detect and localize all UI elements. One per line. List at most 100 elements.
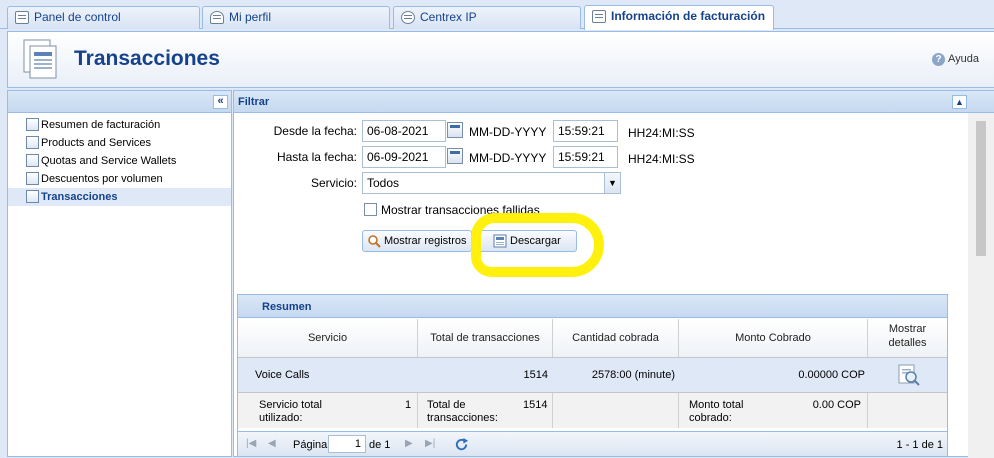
sidebar-item-label: Quotas and Service Wallets xyxy=(41,155,177,167)
service-select[interactable]: Todos ▼ xyxy=(362,172,621,194)
filter-title: Filtrar xyxy=(234,91,994,113)
sidebar-header: « xyxy=(8,91,231,113)
show-records-button[interactable]: Mostrar registros xyxy=(362,230,472,252)
total-charged-cell: Monto total cobrado: 0.00 COP xyxy=(679,393,868,428)
sidebar-item-transactions[interactable]: Transacciones xyxy=(8,188,231,206)
to-date-label: Hasta la fecha: xyxy=(276,150,357,164)
from-time-input[interactable]: 15:59:21 xyxy=(553,120,618,142)
page-label: Página xyxy=(293,439,328,451)
last-page-icon[interactable]: ▶| xyxy=(425,438,435,449)
gear-icon xyxy=(401,11,415,24)
to-date-format: MM-DD-YYYY xyxy=(469,151,547,165)
total-service-cell: Servicio total utilizado: 1 xyxy=(238,393,418,428)
column-header-details[interactable]: Mostrar detalles xyxy=(868,319,947,357)
person-icon xyxy=(210,11,224,24)
column-header-total[interactable]: Total de transacciones xyxy=(418,319,553,357)
column-header-service[interactable]: Servicio xyxy=(238,319,418,357)
failed-transactions-label: Mostrar transacciones fallidas xyxy=(381,203,540,217)
total-empty-cell xyxy=(553,393,679,428)
summary-header-row: Servicio Total de transacciones Cantidad… xyxy=(238,319,947,358)
help-icon: ? xyxy=(932,53,945,66)
download-button[interactable]: Descargar xyxy=(478,230,577,252)
products-icon xyxy=(26,136,39,149)
tab-label: Centrex IP xyxy=(420,10,477,24)
column-header-amount[interactable]: Cantidad cobrada xyxy=(553,319,679,357)
cell-charged: 0.00000 COP xyxy=(798,369,865,381)
tab-centrex-ip[interactable]: Centrex IP xyxy=(393,6,581,29)
download-icon xyxy=(493,234,507,248)
help-link[interactable]: ? Ayuda xyxy=(932,53,979,66)
page-number-input[interactable]: 1 xyxy=(328,435,366,453)
transactions-icon xyxy=(26,190,39,203)
table-row[interactable]: Voice Calls 1514 2578:00 (minute) 0.0000… xyxy=(238,358,947,392)
to-time-format: HH24:MI:SS xyxy=(628,152,695,166)
page-count-label: de 1 xyxy=(369,439,391,451)
refresh-icon[interactable] xyxy=(454,437,469,452)
from-date-input[interactable]: 06-08-2021 xyxy=(362,120,446,142)
column-header-charged[interactable]: Monto Cobrado xyxy=(679,319,868,357)
cell-service: Voice Calls xyxy=(255,369,310,381)
sidebar-item-quotas-wallets[interactable]: Quotas and Service Wallets xyxy=(8,152,231,170)
tab-label: Mi perfil xyxy=(229,10,272,24)
control-panel-icon xyxy=(15,11,29,24)
from-date-format: MM-DD-YYYY xyxy=(469,125,547,139)
summary-panel: Resumen Servicio Total de transacciones … xyxy=(237,294,948,457)
tab-billing-info[interactable]: Información de facturación xyxy=(584,5,774,30)
collapse-filter-button[interactable]: ▲ xyxy=(952,95,967,109)
sidebar-item-volume-discounts[interactable]: Descuentos por volumen xyxy=(8,170,231,188)
total-transactions-cell: Total de transacciones: 1514 xyxy=(418,393,553,428)
sidebar-item-label: Resumen de facturación xyxy=(41,119,161,131)
calendar-icon[interactable] xyxy=(447,122,463,138)
total-transactions-value: 1514 xyxy=(523,399,548,411)
cell-amount: 2578:00 (minute) xyxy=(591,369,675,381)
from-date-label: Desde la fecha: xyxy=(273,124,357,138)
help-label: Ayuda xyxy=(948,53,979,65)
service-label: Servicio: xyxy=(310,176,357,190)
calendar-icon[interactable] xyxy=(447,148,463,164)
totals-row: Servicio total utilizado: 1 Total de tra… xyxy=(238,392,947,428)
download-label: Descargar xyxy=(510,235,561,247)
tab-label: Información de facturación xyxy=(611,9,766,23)
sidebar-item-products-services[interactable]: Products and Services xyxy=(8,134,231,152)
document-icon xyxy=(26,172,39,185)
chevron-down-icon[interactable]: ▼ xyxy=(604,173,620,193)
sidebar: « Resumen de facturación Products and Se… xyxy=(7,90,232,457)
to-date-input[interactable]: 06-09-2021 xyxy=(362,146,446,168)
scrollbar-thumb[interactable] xyxy=(976,121,986,256)
prev-page-icon[interactable]: ◀ xyxy=(268,438,276,449)
transactions-page-icon xyxy=(23,39,57,79)
sidebar-item-billing-summary[interactable]: Resumen de facturación xyxy=(8,116,231,134)
page-title: Transacciones xyxy=(74,47,220,70)
first-page-icon[interactable]: |◀ xyxy=(246,438,256,449)
cell-total: 1514 xyxy=(523,369,548,381)
summary-title: Resumen xyxy=(238,295,947,318)
billing-icon xyxy=(592,10,606,23)
from-time-format: HH24:MI:SS xyxy=(628,126,695,140)
total-charged-label: Monto total cobrado: xyxy=(689,399,744,424)
pagination-toolbar: |◀ ◀ Página 1 de 1 ▶ ▶| 1 - 1 de 1 xyxy=(238,431,947,456)
show-records-label: Mostrar registros xyxy=(384,235,467,247)
chart-icon xyxy=(26,118,39,131)
to-time-input[interactable]: 15:59:21 xyxy=(553,146,618,168)
total-service-value: 1 xyxy=(405,399,412,411)
sidebar-item-label: Descuentos por volumen xyxy=(41,173,163,185)
page-header: Transacciones ? Ayuda xyxy=(7,31,994,88)
record-range-label: 1 - 1 de 1 xyxy=(896,439,943,451)
vertical-scrollbar[interactable] xyxy=(968,113,994,458)
tab-bar: Panel de control Mi perfil Centrex IP In… xyxy=(0,0,994,30)
total-service-label: Servicio total utilizado: xyxy=(259,399,322,424)
wallet-icon xyxy=(26,154,39,167)
service-select-value: Todos xyxy=(367,176,400,190)
sidebar-item-label: Transacciones xyxy=(41,191,118,203)
tab-label: Panel de control xyxy=(34,10,121,24)
total-charged-value: 0.00 COP xyxy=(812,399,861,411)
tab-control-panel[interactable]: Panel de control xyxy=(7,6,200,29)
sidebar-item-label: Products and Services xyxy=(41,137,152,149)
total-transactions-label: Total de transacciones: xyxy=(427,399,498,424)
next-page-icon[interactable]: ▶ xyxy=(405,438,413,449)
tab-my-profile[interactable]: Mi perfil xyxy=(202,6,390,29)
magnifier-icon xyxy=(368,235,381,248)
failed-transactions-checkbox[interactable] xyxy=(364,203,377,216)
view-details-icon[interactable] xyxy=(897,363,921,387)
collapse-sidebar-button[interactable]: « xyxy=(213,95,228,109)
